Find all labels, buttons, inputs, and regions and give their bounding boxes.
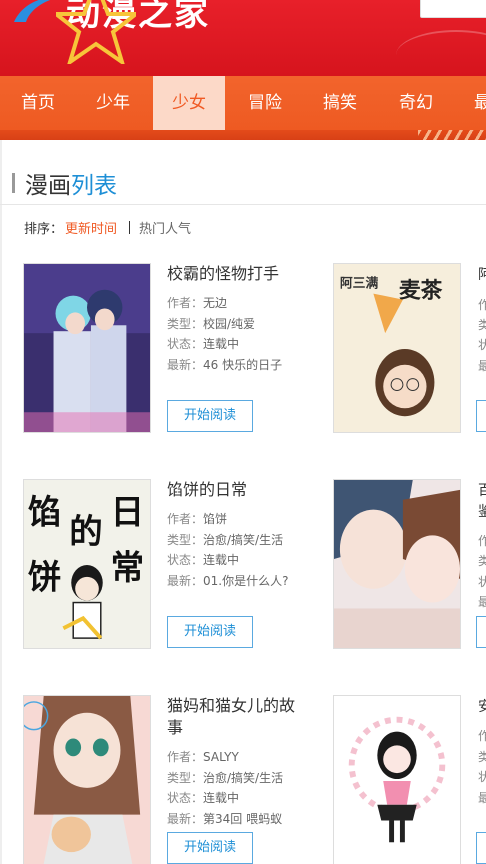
comic-meta-clipped: 类 bbox=[478, 554, 486, 568]
comic-author: 作者：馅饼 bbox=[167, 512, 228, 526]
comic-card: 馅 的 日 饼 常 馅饼的日常 作者：馅饼 类型：治愈/搞笑/生活 状态：连载中… bbox=[23, 479, 323, 649]
comic-meta-clipped: 类 bbox=[478, 750, 486, 764]
sort-option-update-time[interactable]: 更新时间 bbox=[65, 218, 117, 237]
comic-title[interactable]: 猫妈和猫女儿的故事 bbox=[167, 695, 307, 739]
comic-cover[interactable]: 馅 的 日 饼 常 bbox=[23, 479, 151, 649]
comic-type: 类型：治愈/搞笑/生活 bbox=[167, 770, 284, 785]
start-reading-button[interactable]: 开始阅读 bbox=[167, 400, 253, 432]
sort-separator bbox=[129, 221, 131, 234]
cover-char: 的 bbox=[69, 512, 102, 551]
comic-cover[interactable] bbox=[23, 695, 151, 864]
comic-status: 状态：连载中 bbox=[167, 553, 240, 567]
header-banner: 动漫之家 bbox=[0, 0, 486, 76]
cover-char: 日 bbox=[111, 492, 144, 531]
comic-title-clipped[interactable]: 百 bbox=[478, 480, 486, 500]
comic-meta-clipped: 类 bbox=[478, 318, 486, 332]
comic-title[interactable]: 校霸的怪物打手 bbox=[167, 263, 307, 285]
divider bbox=[0, 204, 486, 205]
comic-cover[interactable] bbox=[333, 479, 461, 649]
logo-icon[interactable] bbox=[12, 0, 58, 24]
comic-card: 校霸的怪物打手 作者：无边 类型：校园/纯爱 状态：连载中 最新：46 快乐的日… bbox=[23, 263, 323, 433]
comic-status: 状态：连载中 bbox=[167, 337, 240, 351]
nav-item-comedy[interactable]: 搞笑 bbox=[304, 76, 376, 130]
nav-item-shaonian[interactable]: 少年 bbox=[77, 76, 149, 130]
cover-char: 饼 bbox=[28, 558, 61, 597]
comic-meta-clipped: 作 bbox=[478, 534, 486, 548]
start-reading-button[interactable]: 开始阅读 bbox=[167, 616, 253, 648]
nav-item-latest[interactable]: 最 bbox=[456, 76, 486, 130]
comic-meta-clipped: 状 bbox=[478, 575, 486, 589]
page-title: 漫画 列表 bbox=[12, 168, 117, 199]
cover-text: 麦茶 bbox=[399, 278, 443, 304]
start-reading-button[interactable]: 开始阅读 bbox=[167, 832, 253, 864]
comic-title[interactable]: 馅饼的日常 bbox=[167, 479, 307, 501]
start-reading-button-clipped[interactable] bbox=[476, 400, 486, 432]
cover-text: 阿三满 bbox=[340, 276, 379, 292]
comic-author: 作者：SALYY bbox=[167, 750, 239, 764]
comic-cover[interactable] bbox=[333, 695, 461, 864]
nav-underline bbox=[0, 130, 486, 140]
comic-meta-clipped: 最 bbox=[478, 359, 486, 373]
comic-latest: 最新：46 快乐的日子 bbox=[167, 357, 283, 372]
comic-meta-clipped: 最 bbox=[478, 595, 486, 609]
sort-label: 排序： bbox=[24, 222, 64, 237]
banner-decoration bbox=[396, 30, 486, 76]
comic-status: 状态：连载中 bbox=[167, 791, 240, 805]
comic-latest: 最新：01.你是什么人? bbox=[167, 573, 289, 588]
page-title-part1: 漫画 bbox=[25, 173, 71, 199]
start-reading-button-clipped[interactable] bbox=[476, 616, 486, 648]
comic-cover[interactable] bbox=[23, 263, 151, 433]
star-icon bbox=[56, 0, 136, 64]
title-bar bbox=[12, 173, 15, 193]
left-border bbox=[0, 140, 2, 864]
sort-option-popular[interactable]: 热门人气 bbox=[139, 218, 191, 237]
sort-bar: 排序： 更新时间 热门人气 bbox=[24, 218, 191, 237]
nav-item-fantasy[interactable]: 奇幻 bbox=[380, 76, 452, 130]
nav-item-home[interactable]: 首页 bbox=[2, 76, 74, 130]
comic-author: 作者：无边 bbox=[167, 296, 228, 310]
comic-meta-clipped: 作 bbox=[478, 729, 486, 743]
comic-meta-clipped: 状 bbox=[478, 770, 486, 784]
cover-char: 常 bbox=[111, 548, 144, 587]
comic-title-clipped[interactable]: 阿 bbox=[478, 264, 486, 284]
page-title-part2: 列表 bbox=[71, 173, 117, 199]
comic-meta-clipped: 最 bbox=[478, 791, 486, 805]
comic-latest: 最新：第34回 喂蚂蚁 bbox=[167, 811, 283, 826]
category-nav: 首页 少年 少女 冒险 搞笑 奇幻 最 bbox=[0, 76, 486, 130]
comic-meta-clipped: 状 bbox=[478, 338, 486, 352]
comic-cover[interactable]: 阿三满 麦茶 bbox=[333, 263, 461, 433]
start-reading-button-clipped[interactable] bbox=[476, 832, 486, 864]
comic-title-clipped[interactable]: 安 bbox=[478, 696, 486, 716]
nav-item-shaonv[interactable]: 少女 bbox=[153, 76, 225, 130]
cover-char: 馅 bbox=[28, 492, 61, 531]
nav-item-adventure[interactable]: 冒险 bbox=[229, 76, 301, 130]
comic-type: 类型：治愈/搞笑/生活 bbox=[167, 532, 284, 547]
comic-card: 猫妈和猫女儿的故事 作者：SALYY 类型：治愈/搞笑/生活 状态：连载中 最新… bbox=[23, 695, 323, 864]
search-input[interactable] bbox=[420, 0, 486, 18]
comic-title-clipped[interactable]: 鉴 bbox=[478, 501, 486, 521]
comic-meta-clipped: 作 bbox=[478, 298, 486, 312]
comic-type: 类型：校园/纯爱 bbox=[167, 316, 256, 331]
